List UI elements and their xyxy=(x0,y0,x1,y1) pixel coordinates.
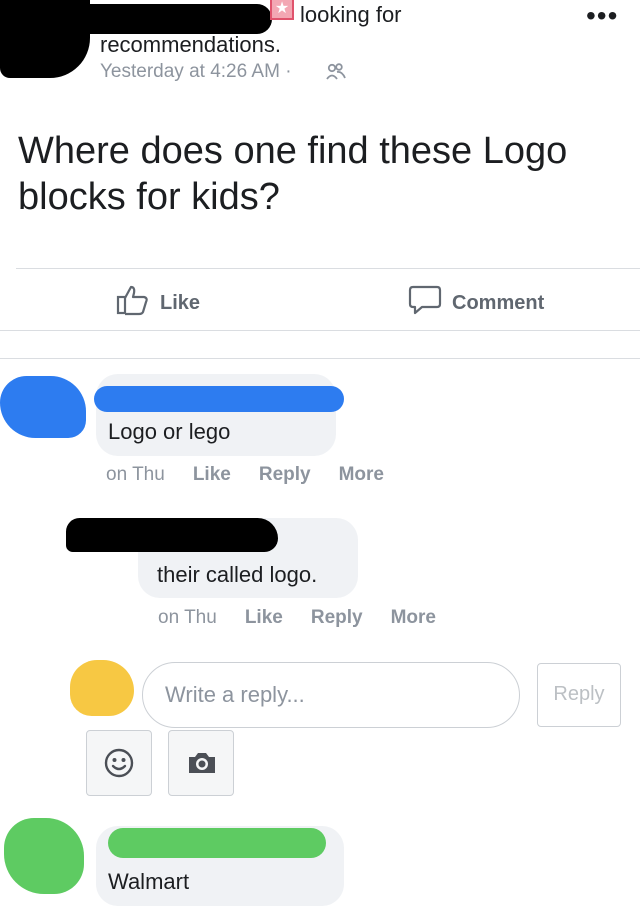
thumbs-up-icon xyxy=(116,284,150,322)
camera-icon xyxy=(186,749,218,782)
reply-submit-button[interactable]: Reply xyxy=(537,663,621,727)
emoji-button[interactable] xyxy=(86,730,152,796)
reply-text: their called logo. xyxy=(157,562,318,587)
reply-time[interactable]: on Thu xyxy=(158,607,217,629)
redacted-commenter-avatar xyxy=(0,376,86,438)
redacted-avatar xyxy=(0,0,90,78)
reply-input[interactable]: Write a reply... xyxy=(142,662,520,728)
like-action-label: Like xyxy=(160,291,201,314)
post-header-line2: recommendations. xyxy=(100,32,281,57)
comment-action-label: Comment xyxy=(452,291,545,314)
friends-icon xyxy=(326,63,346,86)
comment-action-button[interactable]: Comment xyxy=(408,284,544,322)
redacted-commenter-name xyxy=(108,828,326,858)
comment-text: Walmart xyxy=(108,869,190,894)
reply-like-link[interactable]: Like xyxy=(245,607,283,629)
comment-text: Logo or lego xyxy=(108,419,231,444)
redacted-commenter-avatar xyxy=(4,818,84,894)
post-timestamp[interactable]: Yesterday at 4:26 AM · xyxy=(100,61,292,83)
post-header-line1: looking for xyxy=(300,2,402,27)
redacted-replier-name xyxy=(66,518,278,552)
reply-more-link[interactable]: More xyxy=(391,607,436,629)
like-action-button[interactable]: Like xyxy=(116,284,200,322)
composer-avatar xyxy=(70,660,134,716)
group-badge-icon: ★ xyxy=(270,0,294,20)
redacted-commenter-name xyxy=(94,386,344,412)
comment-bubble-icon xyxy=(408,284,442,322)
divider xyxy=(0,330,640,331)
comment-more-link[interactable]: More xyxy=(339,464,384,486)
more-dots-icon[interactable]: ••• xyxy=(586,2,618,30)
divider xyxy=(16,268,640,269)
comment-like-link[interactable]: Like xyxy=(193,464,231,486)
emoji-icon xyxy=(104,748,134,783)
post-body: Where does one find these Logo blocks fo… xyxy=(18,130,568,218)
divider xyxy=(0,358,640,359)
comment-reply-link[interactable]: Reply xyxy=(259,464,311,486)
camera-button[interactable] xyxy=(168,730,234,796)
reply-reply-link[interactable]: Reply xyxy=(311,607,363,629)
comment-time[interactable]: on Thu xyxy=(106,464,165,486)
